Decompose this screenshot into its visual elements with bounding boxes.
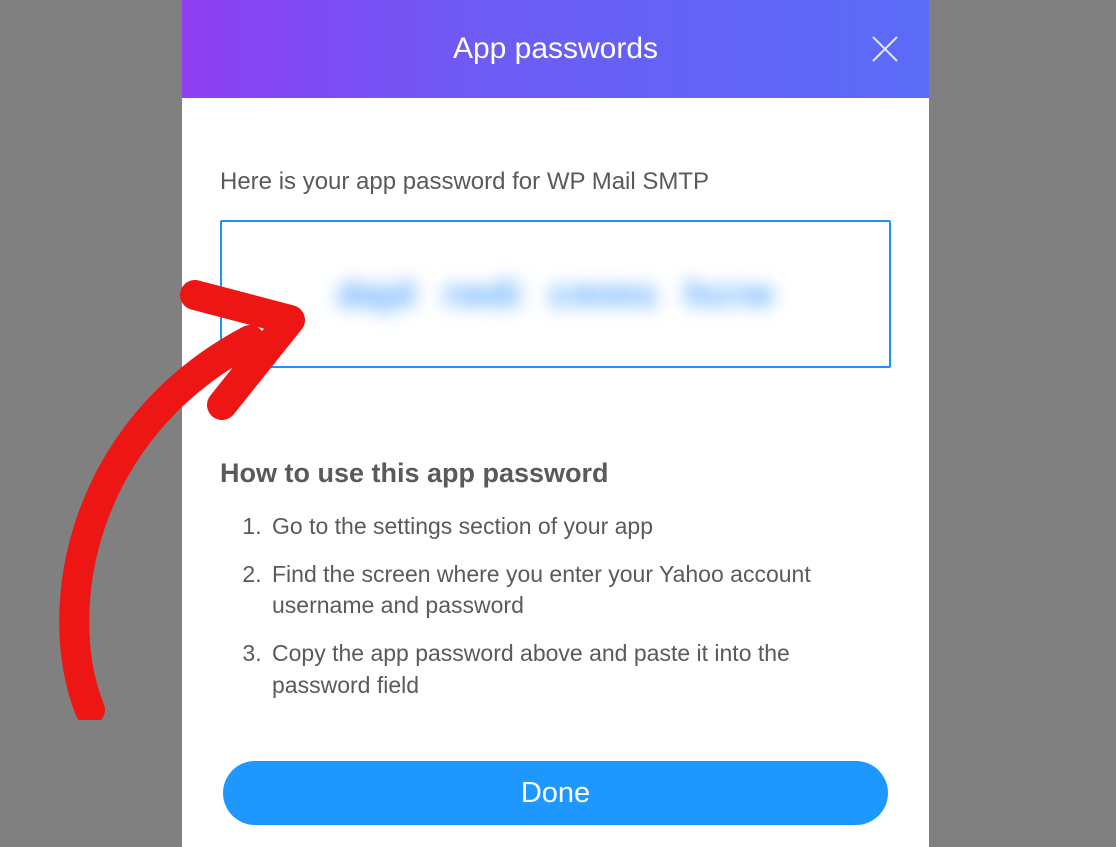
intro-text: Here is your app password for WP Mail SM… <box>220 168 891 196</box>
app-password-box[interactable]: dajd rwdi cmms hcrw <box>220 220 891 368</box>
howto-list: Go to the settings section of your app F… <box>220 511 891 702</box>
password-chunk-2: rwdi <box>443 273 521 315</box>
howto-step-2: Find the screen where you enter your Yah… <box>268 559 891 622</box>
close-icon[interactable] <box>867 31 903 67</box>
password-chunk-3: cmms <box>549 273 657 315</box>
modal-title: App passwords <box>453 32 658 66</box>
howto-step-1: Go to the settings section of your app <box>268 511 891 543</box>
howto-step-3: Copy the app password above and paste it… <box>268 638 891 701</box>
done-button[interactable]: Done <box>223 761 888 825</box>
password-chunk-1: dajd <box>337 273 415 315</box>
modal-header: App passwords <box>182 0 929 98</box>
modal-body: Here is your app password for WP Mail SM… <box>182 98 929 702</box>
howto-title: How to use this app password <box>220 458 891 489</box>
app-password-modal: App passwords Here is your app password … <box>182 0 929 847</box>
password-chunk-4: hcrw <box>686 273 774 315</box>
